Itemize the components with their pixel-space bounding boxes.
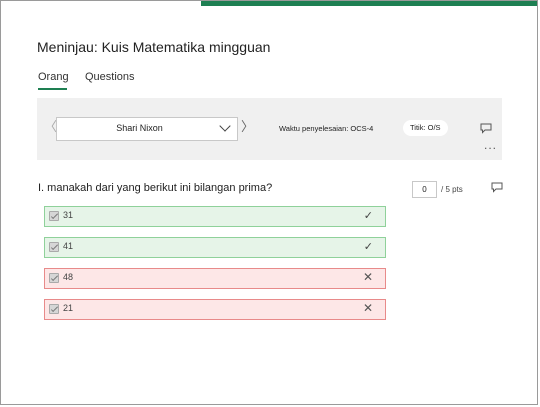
option-label: 31	[63, 210, 74, 220]
answer-option-wrong: 48 ✕	[44, 268, 386, 289]
answer-option-wrong: 21 ✕	[44, 299, 386, 320]
check-icon: ✓	[363, 241, 373, 253]
checked-checkbox-icon	[49, 304, 59, 314]
completion-time: Waktu penyelesaian: OCS-4	[279, 124, 374, 133]
respondent-name: Shari Nixon	[116, 123, 163, 133]
option-label: 48	[63, 272, 74, 282]
answer-option-correct: 31 ✓	[44, 206, 386, 227]
active-tab-underline	[38, 88, 67, 90]
checked-checkbox-icon	[49, 242, 59, 252]
question-text: I. manakah dari yang berikut ini bilanga…	[38, 182, 273, 194]
question-comment-icon[interactable]	[491, 180, 503, 198]
tab-questions-label: Questions	[85, 71, 135, 83]
points-total: / 5 pts	[441, 185, 463, 194]
checked-checkbox-icon	[49, 273, 59, 283]
more-options-icon[interactable]: ...	[484, 139, 497, 151]
option-label: 41	[63, 241, 74, 251]
cross-icon: ✕	[362, 270, 373, 284]
score-badge: Titik: O/S	[403, 120, 448, 136]
check-icon: ✓	[363, 210, 373, 222]
answer-option-correct: 41 ✓	[44, 237, 386, 258]
points-input[interactable]: 0	[412, 181, 437, 198]
cross-icon: ✕	[362, 301, 373, 315]
tab-orang-label: Orang	[38, 71, 69, 83]
tab-orang[interactable]: Orang	[38, 71, 69, 90]
comment-icon[interactable]	[480, 121, 492, 139]
previous-respondent-button[interactable]: 〈	[44, 120, 57, 134]
respondent-toolbar: 〈 Shari Nixon 〉 Waktu penyelesaian: OCS-…	[37, 98, 502, 160]
accent-bar	[1, 1, 537, 6]
tab-questions[interactable]: Questions	[85, 71, 135, 83]
form-review-window: Meninjau: Kuis Matematika mingguan Orang…	[0, 0, 538, 405]
respondent-select[interactable]: Shari Nixon	[56, 117, 238, 141]
option-label: 21	[63, 303, 74, 313]
page-title: Meninjau: Kuis Matematika mingguan	[37, 39, 271, 55]
checked-checkbox-icon	[49, 211, 59, 221]
next-respondent-button[interactable]: 〉	[241, 120, 254, 134]
